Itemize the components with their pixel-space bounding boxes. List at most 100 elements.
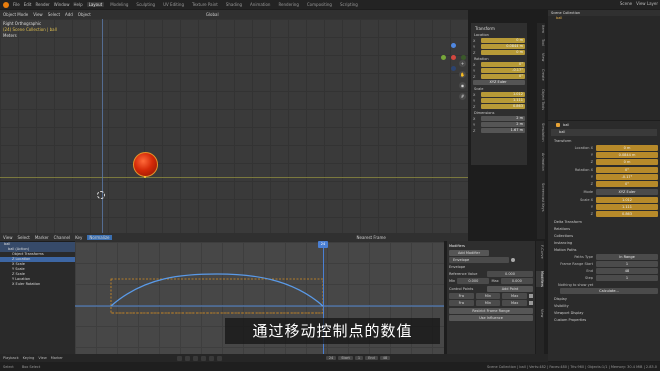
rotation-x-field[interactable]: 0° xyxy=(481,62,525,67)
orientation-selector[interactable]: Global xyxy=(206,12,219,17)
tab-graph-view[interactable]: View xyxy=(536,309,544,317)
pivot-selector[interactable]: Nearest Frame xyxy=(357,235,386,240)
next-key-icon[interactable] xyxy=(208,355,214,361)
zoom-icon[interactable]: + xyxy=(459,60,466,67)
z-axis-icon[interactable] xyxy=(451,43,456,48)
graph-menu-view[interactable]: View xyxy=(3,235,13,240)
prop-location-y[interactable]: 0.0844 m xyxy=(596,152,658,158)
prop-rotation-y[interactable]: -0.17° xyxy=(596,174,658,180)
scene-selector[interactable]: Scene xyxy=(620,1,632,6)
custom-properties-section[interactable]: Custom Properties xyxy=(554,318,660,322)
frame-step-field[interactable]: 1 xyxy=(596,275,658,281)
viewport-menu-add[interactable]: Add xyxy=(65,12,73,17)
location-y-field[interactable]: 0.0844 m xyxy=(481,44,525,49)
channel-item[interactable]: X Euler Rotation xyxy=(0,282,75,287)
view-layer-selector[interactable]: View Layer xyxy=(636,1,658,6)
x-axis-icon[interactable] xyxy=(451,55,456,60)
playback-menu[interactable]: Playback xyxy=(3,356,19,360)
rotation-y-row[interactable]: Y -0.17° xyxy=(473,68,525,73)
frame-end-field[interactable]: 48 xyxy=(596,268,658,274)
3d-cursor-icon[interactable] xyxy=(97,191,105,199)
add-modifier-button[interactable]: Add Modifier xyxy=(449,250,489,256)
tab-screencast-keys[interactable]: Screencast Keys xyxy=(537,183,545,212)
mode-selector[interactable]: Object Mode xyxy=(3,12,28,17)
instancing-section[interactable]: Instancing xyxy=(554,241,660,245)
tab-tool[interactable]: Tool xyxy=(537,39,545,46)
start-frame-field[interactable]: 1 xyxy=(354,356,364,360)
control-point-max-field-2[interactable]: Max xyxy=(502,300,528,306)
tab-rendering[interactable]: Rendering xyxy=(276,2,300,7)
scale-x-row[interactable]: X 1.012 xyxy=(473,92,525,97)
prop-location-x[interactable]: 0 m xyxy=(596,145,658,151)
control-point-min-field-2[interactable]: Min xyxy=(475,300,501,306)
scale-y-field[interactable]: 1.111 xyxy=(481,98,525,103)
prop-location-z[interactable]: 0 m xyxy=(596,159,658,165)
keying-menu[interactable]: Keying xyxy=(23,356,35,360)
viewport-display-section[interactable]: Viewport Display xyxy=(554,311,660,315)
tab-layout[interactable]: Layout xyxy=(86,2,105,7)
rotation-z-row[interactable]: Z 0° xyxy=(473,74,525,79)
envelope-max-field[interactable]: 0.000 xyxy=(500,278,533,284)
control-point-frame-field[interactable]: Fra xyxy=(449,293,474,299)
jump-end-icon[interactable] xyxy=(216,355,222,361)
dimensions-x-field[interactable]: 2 m xyxy=(481,116,525,121)
modifier-toggle-icon[interactable] xyxy=(511,258,515,262)
graph-menu-marker[interactable]: Marker xyxy=(35,235,49,240)
visibility-section[interactable]: Visibility xyxy=(554,304,660,308)
tab-scripting[interactable]: Scripting xyxy=(338,2,360,7)
use-influence-toggle[interactable]: Use Influence xyxy=(449,315,533,321)
motion-paths-section[interactable]: Motion Paths xyxy=(554,248,660,252)
end-frame-field[interactable]: 48 xyxy=(379,356,391,360)
scale-z-row[interactable]: Z 0.863 xyxy=(473,104,525,109)
jump-start-icon[interactable] xyxy=(176,355,182,361)
tab-texture-paint[interactable]: Texture Paint xyxy=(190,2,220,7)
menu-edit[interactable]: Edit xyxy=(24,2,32,7)
hand-pan-icon[interactable]: ✋ xyxy=(459,71,466,78)
normalize-toggle[interactable]: Normalize xyxy=(87,234,112,240)
scale-y-row[interactable]: Y 1.111 xyxy=(473,98,525,103)
current-frame-field[interactable]: 24 xyxy=(325,356,337,360)
transform-section[interactable]: Transform xyxy=(554,139,660,143)
playbar-view-menu[interactable]: View xyxy=(38,356,46,360)
delete-point-icon-2[interactable] xyxy=(529,301,534,305)
calculate-button[interactable]: Calculate... xyxy=(560,288,658,294)
menu-render[interactable]: Render xyxy=(35,2,49,7)
rotation-y-field[interactable]: -0.17° xyxy=(481,68,525,73)
3d-viewport[interactable]: Right Orthographic (24) Scene Collection… xyxy=(0,19,468,241)
viewport-menu-object[interactable]: Object xyxy=(78,12,91,17)
menu-help[interactable]: Help xyxy=(73,2,82,7)
scale-x-field[interactable]: 1.012 xyxy=(481,92,525,97)
rotation-x-row[interactable]: X 0° xyxy=(473,62,525,67)
dimensions-z-row[interactable]: Z 1.67 m xyxy=(473,128,525,133)
tab-compositing[interactable]: Compositing xyxy=(305,2,334,7)
display-section[interactable]: Display xyxy=(554,297,660,301)
prop-rotation-z[interactable]: 0° xyxy=(596,181,658,187)
dimensions-y-field[interactable]: 2 m xyxy=(481,122,525,127)
rotation-mode-row[interactable]: XYZ Euler xyxy=(473,80,525,85)
prop-rotation-x[interactable]: 0° xyxy=(596,167,658,173)
viewport-menu-view[interactable]: View xyxy=(33,12,43,17)
rotation-mode-select[interactable]: XYZ Euler xyxy=(473,80,525,85)
envelope-section[interactable]: Envelope xyxy=(449,265,465,269)
play-reverse-icon[interactable] xyxy=(192,355,198,361)
modifier-name-field[interactable]: Envelope xyxy=(449,257,509,263)
ball-object[interactable] xyxy=(133,152,158,177)
restrict-frame-range-toggle[interactable]: Restrict Frame Range xyxy=(449,308,533,314)
tab-sculpting[interactable]: Sculpting xyxy=(134,2,157,7)
y-axis-icon[interactable] xyxy=(441,55,446,60)
tab-animation[interactable]: Animation xyxy=(248,2,272,7)
delta-transform-section[interactable]: Delta Transform xyxy=(554,220,660,224)
envelope-box[interactable] xyxy=(110,278,324,314)
blender-logo-icon[interactable] xyxy=(3,1,9,8)
play-icon[interactable] xyxy=(200,355,206,361)
tab-object-tools[interactable]: Object Tools xyxy=(537,89,545,110)
scale-z-field[interactable]: 0.863 xyxy=(481,104,525,109)
viewport-menu-select[interactable]: Select xyxy=(48,12,60,17)
tab-animation-side[interactable]: Animation xyxy=(537,153,545,171)
control-point-min-field[interactable]: Min xyxy=(475,293,501,299)
tab-fcurve[interactable]: F-Curve xyxy=(536,245,544,259)
prop-rotation-mode[interactable]: XYZ Euler xyxy=(596,189,658,195)
dimensions-y-row[interactable]: Y2 m xyxy=(473,122,525,127)
location-z-row[interactable]: Z0 m xyxy=(473,50,525,55)
tab-simulation[interactable]: Simulation xyxy=(537,123,545,142)
